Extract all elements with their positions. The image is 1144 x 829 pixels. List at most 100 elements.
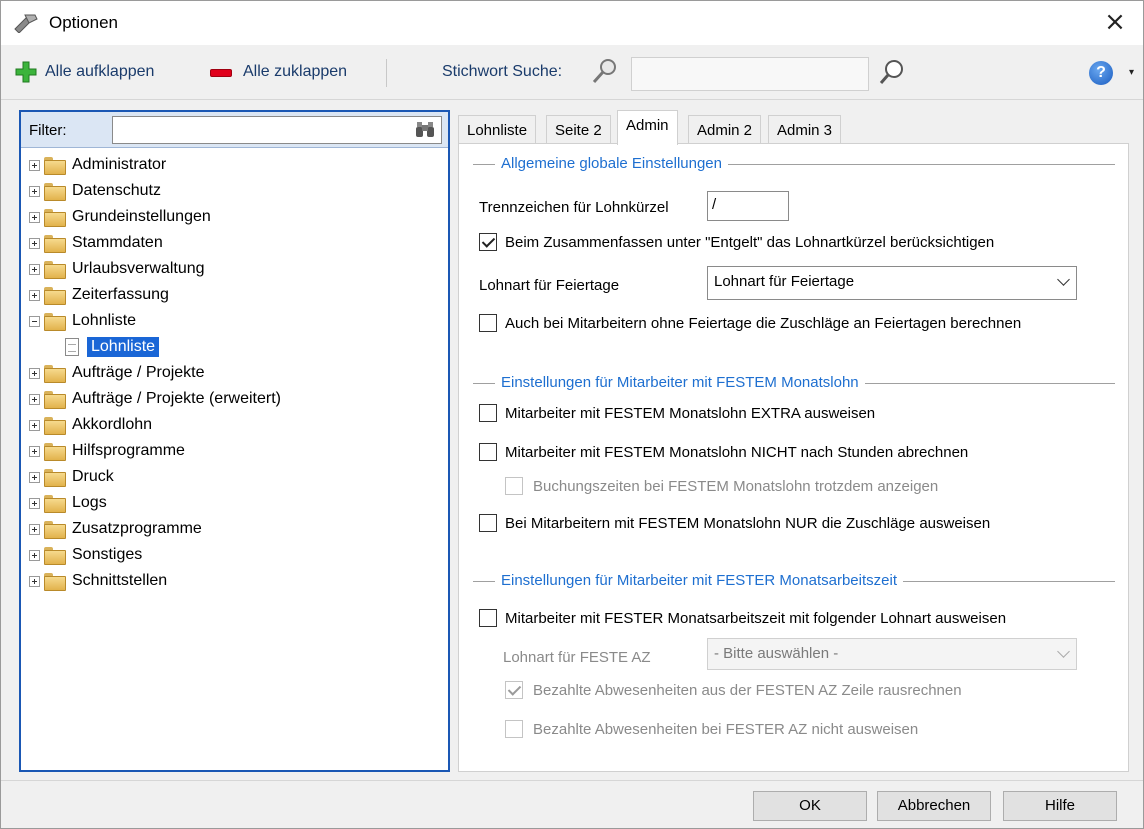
tree-item-label: Lohnliste: [87, 337, 160, 357]
tree-item-label: Schnittstellen: [72, 572, 168, 589]
tab-lohnliste[interactable]: Lohnliste: [458, 115, 537, 144]
paid-absence-calc-label: Bezahlte Abwesenheiten aus der FESTEN AZ…: [533, 682, 962, 699]
fixed-hours-wage-select[interactable]: - Bitte auswählen -: [707, 638, 1077, 670]
folder-icon: [44, 209, 66, 227]
tree-item-label: Aufträge / Projekte: [72, 364, 205, 381]
tree-item-label: Logs: [72, 494, 107, 511]
tab-content-admin: Allgemeine globale Einstellungen Trennze…: [458, 143, 1129, 772]
collapse-all-button[interactable]: Alle zuklappen: [243, 63, 347, 81]
open-folder-icon: [44, 313, 66, 331]
general-settings-title: Allgemeine globale Einstellungen: [495, 155, 728, 172]
tab-admin[interactable]: Admin: [617, 110, 678, 145]
holiday-surcharge-checkbox[interactable]: [479, 314, 497, 332]
help-icon[interactable]: ?: [1089, 61, 1113, 85]
paid-absence-hide-label: Bezahlte Abwesenheiten bei FESTER AZ nic…: [533, 721, 919, 738]
tree-item-zusatzprogramme[interactable]: Zusatzprogramme: [29, 516, 202, 542]
expand-icon[interactable]: [29, 471, 40, 483]
expand-icon[interactable]: [29, 497, 40, 509]
expand-icon[interactable]: [29, 575, 40, 587]
help-button[interactable]: Hilfe: [1003, 791, 1117, 821]
expand-icon[interactable]: [29, 393, 40, 405]
fixed-hours-wage-value: - Bitte auswählen -: [714, 645, 839, 662]
fixed-salary-not-hours-checkbox[interactable]: [479, 443, 497, 461]
paid-absence-hide-checkbox[interactable]: [505, 720, 523, 738]
folder-icon: [44, 521, 66, 539]
only-surcharge-checkbox[interactable]: [479, 514, 497, 532]
folder-icon: [44, 391, 66, 409]
fixed-hours-show-checkbox[interactable]: [479, 609, 497, 627]
expand-icon[interactable]: [29, 367, 40, 379]
expand-icon[interactable]: [29, 549, 40, 561]
tree-item-grundeinstellungen[interactable]: Grundeinstellungen: [29, 204, 211, 230]
tree-item-label: Lohnliste: [72, 312, 137, 329]
search-input[interactable]: [631, 57, 869, 91]
tree-item-zeiterfassung[interactable]: Zeiterfassung: [29, 282, 169, 308]
fixed-hours-wage-label: Lohnart für FESTE AZ: [503, 649, 651, 666]
fixed-salary-extra-label: Mitarbeiter mit FESTEM Monatslohn EXTRA …: [505, 405, 876, 422]
tree-item-label: Sonstiges: [72, 546, 143, 563]
help-dropdown-arrow[interactable]: ▾: [1129, 67, 1134, 78]
toolbar: Alle aufklappen Alle zuklappen Stichwort…: [1, 45, 1143, 100]
minus-icon: [210, 69, 232, 77]
expand-icon[interactable]: [29, 237, 40, 249]
expand-icon[interactable]: [29, 185, 40, 197]
expand-icon[interactable]: [29, 211, 40, 223]
tab-admin-3[interactable]: Admin 3: [768, 115, 842, 144]
ok-button[interactable]: OK: [753, 791, 867, 821]
holiday-wage-value: Lohnart für Feiertage: [714, 273, 855, 290]
tree-item-stammdaten[interactable]: Stammdaten: [29, 230, 163, 256]
expand-icon[interactable]: [29, 523, 40, 535]
tree-item-lohnliste-folder[interactable]: Lohnliste: [29, 308, 136, 334]
combine-checkbox[interactable]: [479, 233, 497, 251]
search-icon[interactable]: [877, 57, 907, 87]
tree-item-label: Datenschutz: [72, 182, 161, 199]
booking-times-checkbox[interactable]: [505, 477, 523, 495]
expand-icon[interactable]: [29, 289, 40, 301]
plus-icon: [15, 61, 37, 83]
separator-label: Trennzeichen für Lohnkürzel: [479, 199, 669, 216]
options-window: Optionen × Alle aufklappen Alle zuklappe…: [0, 0, 1144, 829]
tree-item-schnittstellen[interactable]: Schnittstellen: [29, 568, 167, 594]
window-title: Optionen: [49, 13, 118, 32]
close-button[interactable]: ×: [1095, 5, 1135, 41]
document-icon: [65, 338, 79, 356]
tab-admin-2[interactable]: Admin 2: [688, 115, 762, 144]
cancel-button[interactable]: Abbrechen: [877, 791, 991, 821]
fixed-hours-title: Einstellungen für Mitarbeiter mit FESTER…: [495, 572, 903, 589]
fixed-salary-title: Einstellungen für Mitarbeiter mit FESTEM…: [495, 374, 865, 391]
tree-item-label: Stammdaten: [72, 234, 163, 251]
folder-icon: [44, 261, 66, 279]
separator-input[interactable]: /: [707, 191, 789, 221]
tree-item-hilfsprogramme[interactable]: Hilfsprogramme: [29, 438, 185, 464]
tree-item-administrator[interactable]: Administrator: [29, 152, 166, 178]
folder-icon: [44, 469, 66, 487]
collapse-icon[interactable]: [29, 315, 40, 327]
tree-item-druck[interactable]: Druck: [29, 464, 114, 490]
tree-item-sonstiges[interactable]: Sonstiges: [29, 542, 142, 568]
folder-icon: [44, 365, 66, 383]
key-icon[interactable]: [589, 57, 619, 87]
tree-item-urlaubsverwaltung[interactable]: Urlaubsverwaltung: [29, 256, 205, 282]
expand-icon[interactable]: [29, 445, 40, 457]
tree-item-akkordlohn[interactable]: Akkordlohn: [29, 412, 152, 438]
expand-all-button[interactable]: Alle aufklappen: [45, 63, 154, 81]
tree-item-auftraege-projekte-erweitert[interactable]: Aufträge / Projekte (erweitert): [29, 386, 281, 412]
tree-item-datenschutz[interactable]: Datenschutz: [29, 178, 161, 204]
tree-item-lohnliste-page[interactable]: Lohnliste: [65, 334, 160, 360]
folder-icon: [44, 235, 66, 253]
tree-item-label: Hilfsprogramme: [72, 442, 185, 459]
tree-item-auftraege-projekte[interactable]: Aufträge / Projekte: [29, 360, 205, 386]
expand-icon[interactable]: [29, 419, 40, 431]
tree-item-logs[interactable]: Logs: [29, 490, 107, 516]
tree-item-label: Zusatzprogramme: [72, 520, 202, 537]
binoculars-icon[interactable]: [415, 121, 435, 139]
filter-input[interactable]: [112, 116, 442, 144]
paid-absence-calc-checkbox[interactable]: [505, 681, 523, 699]
holiday-wage-select[interactable]: Lohnart für Feiertage: [707, 266, 1077, 300]
chevron-down-icon: [1057, 273, 1070, 286]
expand-icon[interactable]: [29, 159, 40, 171]
tree-item-label: Akkordlohn: [72, 416, 153, 433]
fixed-salary-extra-checkbox[interactable]: [479, 404, 497, 422]
expand-icon[interactable]: [29, 263, 40, 275]
tab-seite-2[interactable]: Seite 2: [546, 115, 611, 144]
